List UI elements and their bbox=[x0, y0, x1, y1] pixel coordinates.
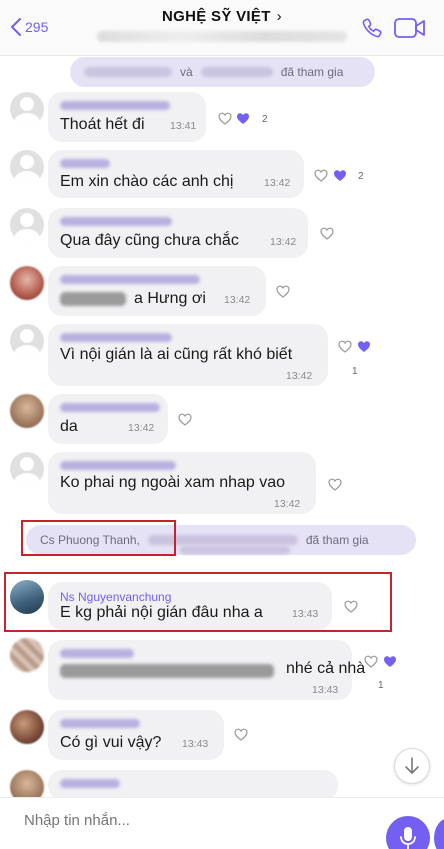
scroll-to-bottom-button[interactable] bbox=[394, 748, 430, 784]
sender-name-redacted bbox=[60, 403, 160, 412]
avatar[interactable] bbox=[10, 150, 44, 184]
message-time: 13:42 bbox=[264, 177, 291, 189]
redacted-mention bbox=[60, 292, 126, 306]
avatar[interactable] bbox=[10, 266, 44, 300]
heart-outline-icon[interactable] bbox=[218, 112, 232, 125]
message-time: 13:41 bbox=[170, 120, 197, 132]
reaction-count: 2 bbox=[358, 171, 364, 182]
message-bubble[interactable]: nhé cả nhà 13:43 bbox=[48, 640, 365, 700]
highlight-box bbox=[21, 520, 176, 556]
heart-filled-icon[interactable] bbox=[383, 655, 397, 668]
avatar[interactable] bbox=[10, 324, 44, 358]
redacted-text bbox=[60, 664, 274, 678]
avatar[interactable] bbox=[10, 208, 44, 242]
message-input[interactable] bbox=[24, 812, 354, 829]
message-bubble[interactable]: da 13:42 bbox=[48, 394, 168, 444]
video-call-icon[interactable] bbox=[393, 16, 427, 40]
message-time: 13:42 bbox=[128, 422, 155, 434]
redacted-name bbox=[84, 67, 172, 77]
reaction-count: 1 bbox=[378, 680, 384, 691]
chat-header: 295 NGHỆ SỸ VIỆT › bbox=[0, 0, 444, 56]
message-time: 13:43 bbox=[182, 738, 209, 750]
sender-name-redacted bbox=[60, 275, 200, 284]
sender-name-redacted bbox=[60, 719, 140, 728]
sender-name-redacted bbox=[60, 649, 134, 658]
message-time: 13:43 bbox=[312, 684, 339, 696]
members-subtitle-redacted bbox=[97, 31, 347, 42]
message-time: 13:42 bbox=[270, 236, 297, 248]
message-time: 13:42 bbox=[286, 370, 313, 382]
call-icon[interactable] bbox=[360, 16, 384, 40]
sender-name-redacted bbox=[60, 333, 172, 342]
avatar[interactable] bbox=[10, 92, 44, 126]
message-time: 13:42 bbox=[224, 294, 251, 306]
message-bubble[interactable]: Qua đây cũng chưa chắc 13:42 bbox=[48, 208, 308, 258]
heart-filled-icon[interactable] bbox=[236, 112, 250, 125]
sender-name-redacted bbox=[60, 217, 172, 226]
message-bubble[interactable]: a Hưng ơi 13:42 bbox=[48, 266, 266, 316]
redacted-name bbox=[200, 67, 273, 77]
chevron-right-icon: › bbox=[276, 8, 282, 25]
sender-name-redacted bbox=[60, 779, 120, 788]
joined-suffix: đã tham gia bbox=[305, 533, 369, 547]
avatar[interactable] bbox=[10, 638, 44, 672]
avatar[interactable] bbox=[10, 452, 44, 486]
message-bubble[interactable]: Vì nội gián là ai cũng rất khó biết 13:4… bbox=[48, 324, 328, 386]
heart-filled-icon[interactable] bbox=[357, 340, 371, 353]
message-bubble[interactable]: Em xin chào các anh chị 13:42 bbox=[48, 150, 304, 198]
message-text: da bbox=[60, 418, 78, 435]
joined-connector: và bbox=[180, 65, 193, 79]
joined-suffix: đã tham gia bbox=[280, 65, 344, 79]
sender-name-redacted bbox=[60, 101, 170, 110]
reaction-count: 2 bbox=[262, 114, 268, 125]
heart-filled-icon[interactable] bbox=[333, 169, 347, 182]
heart-outline-icon[interactable] bbox=[364, 655, 378, 668]
system-joined-notice: và đã tham gia bbox=[70, 57, 375, 87]
message-bubble[interactable]: Thoát hết đi 13:41 bbox=[48, 92, 206, 142]
sender-name-redacted bbox=[60, 461, 176, 470]
highlight-box bbox=[4, 572, 392, 632]
avatar[interactable] bbox=[10, 394, 44, 428]
message-bubble[interactable]: Có gì vui vậy? 13:43 bbox=[48, 710, 224, 760]
sender-name-redacted bbox=[60, 159, 110, 168]
message-text: Em xin chào các anh chị bbox=[60, 173, 234, 190]
reaction-count: 1 bbox=[352, 366, 358, 377]
message-bubble[interactable]: Ko phai ng ngoài xam nhap vao 13:42 bbox=[48, 452, 316, 514]
heart-outline-icon[interactable] bbox=[178, 413, 192, 426]
redacted-names bbox=[180, 546, 290, 554]
message-bubble[interactable] bbox=[48, 770, 338, 800]
heart-outline-icon[interactable] bbox=[338, 340, 352, 353]
message-text: Ko phai ng ngoài xam nhap vao bbox=[60, 474, 286, 491]
message-time: 13:42 bbox=[274, 498, 301, 510]
heart-outline-icon[interactable] bbox=[314, 169, 328, 182]
message-text: Có gì vui vậy? bbox=[60, 734, 162, 751]
message-text: Vì nội gián là ai cũng rất khó biết bbox=[60, 346, 293, 363]
message-text: nhé cả nhà bbox=[286, 660, 366, 677]
microphone-icon bbox=[400, 827, 416, 849]
arrow-down-icon bbox=[405, 757, 419, 774]
message-text: Thoát hết đi bbox=[60, 116, 145, 133]
message-text: Qua đây cũng chưa chắc bbox=[60, 232, 239, 249]
heart-outline-icon[interactable] bbox=[234, 728, 248, 741]
heart-outline-icon[interactable] bbox=[320, 227, 334, 240]
heart-outline-icon[interactable] bbox=[328, 478, 342, 491]
message-text: a Hưng ơi bbox=[134, 290, 206, 307]
heart-outline-icon[interactable] bbox=[276, 285, 290, 298]
avatar[interactable] bbox=[10, 710, 44, 744]
